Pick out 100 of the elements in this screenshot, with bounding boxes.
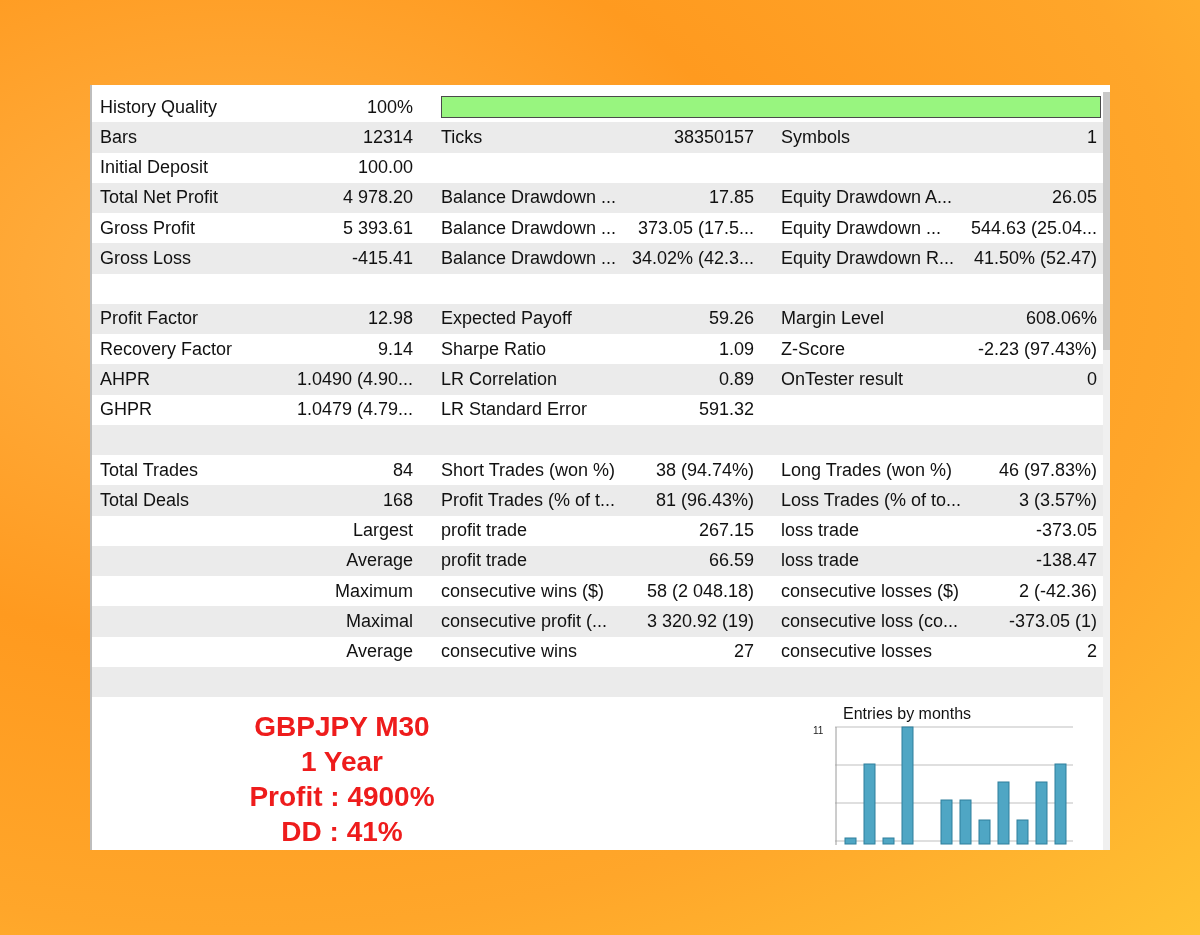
stat-label: Margin Level (781, 308, 886, 330)
scrollbar[interactable] (1103, 92, 1110, 850)
stat-label: OnTester result (781, 368, 905, 390)
stat-label: Recovery Factor (100, 338, 234, 360)
stat-value: Largest (351, 520, 413, 542)
chart-bar (1016, 819, 1029, 845)
stat-value: 4 978.20 (341, 187, 413, 209)
stat-value: -373.05 (1034, 520, 1097, 542)
stat-value: 58 (2 048.18) (645, 580, 754, 602)
stat-value: -2.23 (97.43%) (976, 338, 1097, 360)
stat-label: Equity Drawdown ... (781, 217, 943, 239)
stat-value: -415.41 (350, 247, 413, 269)
stat-value: 0 (1086, 368, 1097, 390)
stat-label: Gross Profit (100, 217, 197, 239)
stat-label: Ticks (441, 126, 484, 148)
stat-label: Balance Drawdown ... (441, 187, 618, 209)
stat-label: History Quality (100, 96, 219, 118)
stat-value: 66.59 (707, 550, 754, 572)
chart-bar (940, 799, 953, 845)
stat-label: Equity Drawdown A... (781, 187, 954, 209)
stat-label: Balance Drawdown ... (441, 217, 618, 239)
stat-label: profit trade (441, 520, 529, 542)
stat-label: LR Correlation (441, 368, 559, 390)
stat-label: Expected Payoff (441, 308, 573, 330)
axis-tick-label: 11 (813, 725, 825, 736)
summary-text: 1 Year (301, 745, 383, 779)
stat-label: LR Standard Error (441, 399, 589, 421)
stat-value: 34.02% (42.3... (630, 247, 754, 269)
chart-bar (997, 781, 1010, 845)
stat-label: loss trade (781, 550, 861, 572)
stat-value: -138.47 (1034, 550, 1097, 572)
stat-value: 12314 (361, 126, 413, 148)
summary-text: Profit : 4900% (249, 780, 435, 814)
stat-value: Maximal (345, 610, 413, 632)
stat-value: 27 (732, 641, 754, 663)
stat-label: Loss Trades (% of to... (781, 489, 961, 511)
stat-label: loss trade (781, 520, 861, 542)
stat-label: Total Deals (100, 489, 191, 511)
summary-text: DD : 41% (281, 815, 403, 849)
stat-value: 41.50% (52.47) (972, 247, 1097, 269)
stat-value: 373.05 (17.5... (636, 217, 754, 239)
stat-value: 3 (3.57%) (1017, 489, 1097, 511)
stat-value: 100.00 (356, 157, 413, 179)
stat-label: Gross Loss (100, 247, 193, 269)
stat-value: -373.05 (1) (1007, 610, 1097, 632)
stat-label: Profit Trades (% of t... (441, 489, 617, 511)
stat-value: 81 (96.43%) (654, 489, 754, 511)
stat-label: profit trade (441, 550, 529, 572)
stat-value: Maximum (334, 580, 413, 602)
chart-bar (959, 799, 972, 845)
stat-value: 3 320.92 (19) (645, 610, 754, 632)
stat-value: 1 (1086, 126, 1097, 148)
stat-label: consecutive profit (... (441, 610, 609, 632)
stat-label: Short Trades (won %) (441, 459, 617, 481)
stat-value: 59.26 (707, 308, 754, 330)
chart-bar (978, 819, 991, 845)
summary-text: GBPJPY M30 (254, 710, 430, 744)
stat-label: Long Trades (won %) (781, 459, 954, 481)
stat-value: Average (345, 550, 413, 572)
stat-value: 5 393.61 (341, 217, 413, 239)
stat-value: 591.32 (697, 399, 754, 421)
stat-label: Profit Factor (100, 308, 200, 330)
stat-value: 168 (381, 489, 413, 511)
chart-bar (882, 837, 895, 845)
stat-label: Sharpe Ratio (441, 338, 548, 360)
stat-value: 608.06% (1024, 308, 1097, 330)
stat-label: Total Net Profit (100, 187, 220, 209)
stat-value: 38350157 (672, 126, 754, 148)
stat-value: 12.98 (366, 308, 413, 330)
stat-value: 17.85 (707, 187, 754, 209)
stat-label: Total Trades (100, 459, 200, 481)
chart-bar (844, 837, 857, 845)
stat-value: 544.63 (25.04... (969, 217, 1097, 239)
stat-value: 38 (94.74%) (654, 459, 754, 481)
stat-value: 2 (1086, 641, 1097, 663)
stat-value: 1.0490 (4.90... (295, 368, 413, 390)
stat-value: 1.09 (717, 338, 754, 360)
stat-value: 26.05 (1050, 187, 1097, 209)
stat-value: Average (345, 641, 413, 663)
chart-bar (1035, 781, 1048, 845)
stat-value: 100% (365, 96, 413, 118)
stat-label: consecutive wins ($) (441, 580, 606, 602)
stat-label: Symbols (781, 126, 852, 148)
stat-value: 84 (391, 459, 413, 481)
stat-label: consecutive losses ($) (781, 580, 961, 602)
stat-value: 9.14 (376, 338, 413, 360)
stat-label: Initial Deposit (100, 157, 210, 179)
stat-label: Balance Drawdown ... (441, 247, 618, 269)
stat-value: 1.0479 (4.79... (295, 399, 413, 421)
stat-value: 0.89 (717, 368, 754, 390)
stat-label: Bars (100, 126, 138, 148)
stat-label: consecutive loss (co... (781, 610, 960, 632)
stat-label: consecutive losses (781, 641, 934, 663)
stat-value: 267.15 (697, 520, 754, 542)
stat-label: Equity Drawdown R... (781, 247, 956, 269)
stat-label: Z-Score (781, 338, 846, 360)
stat-label: GHPR (100, 399, 153, 421)
stat-label: AHPR (100, 368, 151, 390)
stat-label: consecutive wins (441, 641, 579, 663)
stat-value: 46 (97.83%) (997, 459, 1097, 481)
